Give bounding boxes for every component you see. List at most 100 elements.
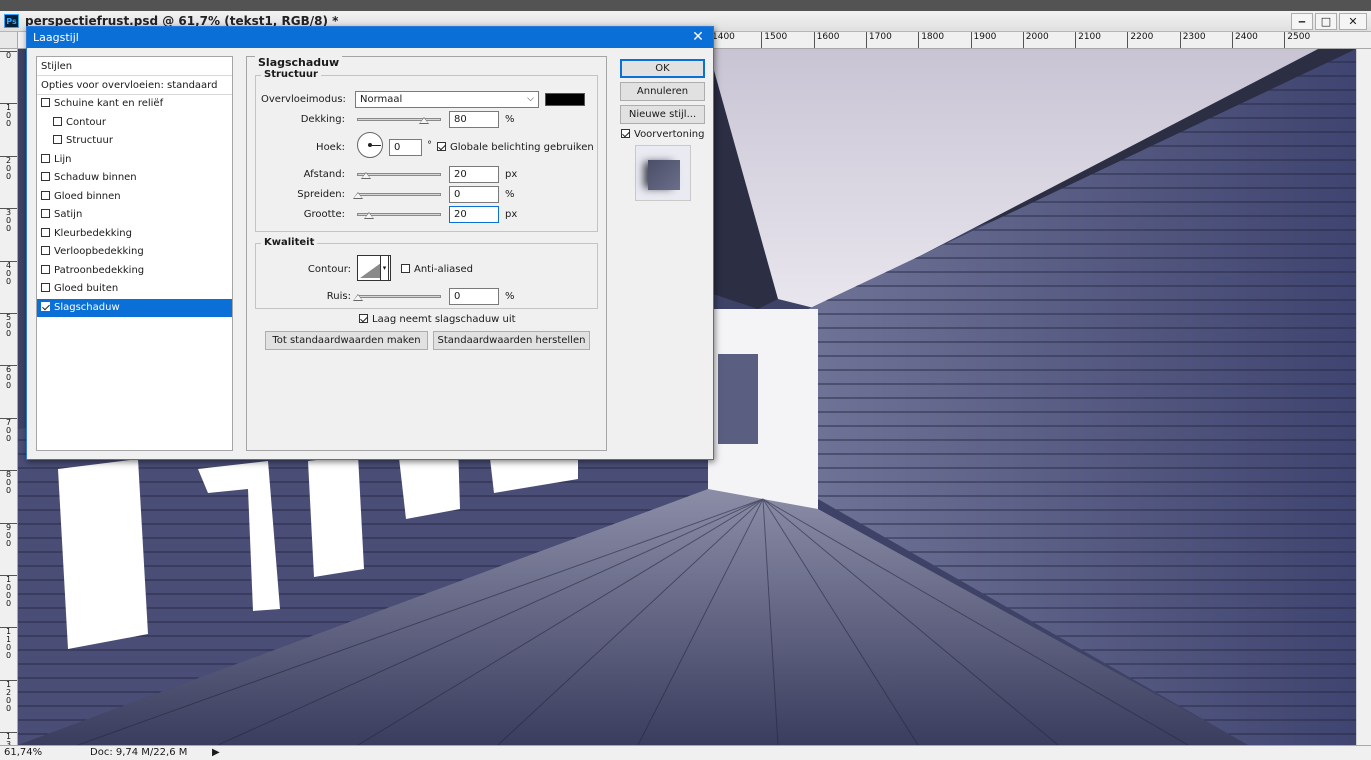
style-item-label: Kleurbedekking	[54, 227, 132, 239]
style-item-verloopbedekking[interactable]: Verloopbedekking	[37, 243, 232, 261]
ruler-tick-label: 1800	[918, 32, 944, 48]
anti-aliased-label: Anti-aliased	[414, 264, 474, 275]
status-bar: 61,74% Doc: 9,74 M/22,6 M ▶	[0, 745, 1371, 760]
style-item-label: Gloed binnen	[54, 190, 121, 202]
ok-button[interactable]: OK	[620, 59, 705, 78]
style-item-opties-voor-overvloeien-standaard[interactable]: Opties voor overvloeien: standaard	[37, 77, 232, 95]
ruler-tick-label: 4 0 0	[0, 260, 17, 286]
blend-mode-value: Normaal	[360, 94, 403, 105]
ruler-tick-label: 8 0 0	[0, 470, 17, 495]
checkbox-icon[interactable]	[41, 98, 50, 107]
dialog-title: Laagstijl	[27, 27, 713, 48]
size-input[interactable]: 20	[449, 206, 499, 223]
photoshop-logo-icon: Ps	[4, 14, 19, 28]
checkbox-icon[interactable]	[41, 190, 50, 200]
contour-label: Contour:	[307, 264, 351, 275]
size-slider-thumb[interactable]	[364, 212, 374, 219]
checkbox-icon[interactable]	[41, 209, 50, 218]
chevron-down-icon: ⌵	[527, 94, 534, 104]
anti-aliased-checkbox[interactable]: Anti-aliased	[401, 264, 473, 275]
size-label: Grootte:	[303, 209, 345, 220]
ruler-tick-label: 2 0 0	[0, 155, 17, 181]
style-item-schaduw-binnen[interactable]: Schaduw binnen	[37, 169, 232, 187]
distance-input[interactable]: 20	[449, 166, 499, 183]
checkbox-icon[interactable]	[53, 135, 62, 144]
noise-label: Ruis:	[326, 291, 351, 302]
checkbox-icon[interactable]	[41, 264, 50, 274]
style-item-label: Stijlen	[41, 61, 73, 72]
status-menu-arrow[interactable]: ▶	[212, 746, 220, 760]
checkbox-icon[interactable]	[41, 283, 50, 292]
checkbox-icon[interactable]	[53, 116, 62, 126]
style-item-structuur[interactable]: Structuur	[37, 132, 232, 150]
spread-input[interactable]: 0	[449, 186, 499, 203]
checkbox-icon[interactable]	[41, 153, 50, 163]
cancel-button[interactable]: Annuleren	[620, 82, 705, 101]
checkbox-icon[interactable]	[41, 301, 50, 311]
noise-slider-thumb[interactable]	[353, 294, 363, 301]
make-default-button[interactable]: Tot standaardwaarden maken	[265, 331, 428, 350]
blend-mode-label: Overvloeimodus:	[261, 94, 346, 105]
anti-aliased-check-icon	[401, 264, 410, 273]
style-item-label: Contour	[66, 116, 106, 128]
global-light-label: Globale belichting gebruiken	[450, 142, 594, 153]
global-light-checkbox[interactable]: Globale belichting gebruiken	[437, 142, 594, 153]
opacity-input[interactable]: 80	[449, 111, 499, 128]
ruler-tick-label: 2100	[1075, 32, 1101, 48]
ruler-tick-label: 9 0 0	[0, 522, 17, 548]
checkbox-icon[interactable]	[41, 227, 50, 237]
close-window-button[interactable]: ✕	[1339, 13, 1367, 30]
style-item-lijn[interactable]: Lijn	[37, 151, 232, 169]
vertical-ruler[interactable]: 0 1 0 0 2 0 0 3 0 0 4 0 0 5 0 0 6 0 0 7 0 0 8 0 …	[0, 49, 18, 745]
contour-dropdown-icon[interactable]: ▾	[380, 255, 389, 281]
new-style-button[interactable]: Nieuwe stijl...	[620, 105, 705, 124]
spread-slider-thumb[interactable]	[353, 192, 363, 199]
maximize-button[interactable]: □	[1315, 13, 1337, 30]
checkbox-icon[interactable]	[41, 246, 50, 255]
style-item-contour[interactable]: Contour	[37, 114, 232, 132]
ruler-tick-label: 1 0 0 0	[0, 575, 17, 608]
reset-default-button[interactable]: Standaardwaarden herstellen	[433, 331, 590, 350]
ruler-tick-label: 1 0 0	[0, 103, 17, 128]
angle-input[interactable]: 0	[389, 139, 422, 156]
style-item-label: Satijn	[54, 209, 83, 220]
style-item-label: Lijn	[54, 153, 72, 165]
style-item-gloed-buiten[interactable]: Gloed buiten	[37, 280, 232, 298]
distance-slider-thumb[interactable]	[361, 172, 371, 179]
spread-slider[interactable]	[357, 193, 441, 196]
document-size: Doc: 9,74 M/22,6 M	[90, 747, 188, 758]
dialog-close-icon[interactable]: ✕	[689, 27, 707, 48]
style-item-gloed-binnen[interactable]: Gloed binnen	[37, 188, 232, 206]
minimize-button[interactable]: ‒	[1291, 13, 1313, 30]
vertical-scrollbar[interactable]	[1356, 49, 1371, 745]
style-preview-thumbnail	[635, 145, 691, 201]
angle-dial[interactable]	[357, 132, 383, 158]
style-item-label: Slagschaduw	[54, 301, 120, 313]
zoom-level[interactable]: 61,74%	[4, 746, 42, 760]
layer-knocks-out-checkbox[interactable]: Laag neemt slagschaduw uit	[359, 314, 516, 325]
checkbox-icon[interactable]	[41, 172, 50, 181]
ruler-corner[interactable]	[0, 32, 18, 49]
blend-mode-select[interactable]: Normaal ⌵	[355, 91, 539, 108]
distance-label: Afstand:	[303, 169, 345, 180]
preview-checkbox[interactable]: Voorvertoning	[621, 129, 704, 140]
noise-input[interactable]: 0	[449, 288, 499, 305]
style-item-stijlen[interactable]: Stijlen	[37, 58, 232, 76]
style-item-slagschaduw[interactable]: Slagschaduw	[37, 298, 232, 317]
structure-header: Structuur	[261, 69, 321, 80]
style-item-satijn[interactable]: Satijn	[37, 206, 232, 224]
ruler-tick-label: 1500	[761, 32, 787, 48]
opacity-slider-thumb[interactable]	[419, 117, 430, 124]
style-item-schuine-kant-en-reli-f[interactable]: Schuine kant en reliëf	[37, 95, 232, 113]
shadow-color-swatch[interactable]	[545, 93, 585, 106]
noise-slider[interactable]	[357, 295, 441, 298]
ruler-tick-label: 2300	[1179, 32, 1206, 48]
style-item-kleurbedekking[interactable]: Kleurbedekking	[37, 225, 232, 243]
spread-unit: %	[505, 189, 515, 200]
style-item-label: Gloed buiten	[54, 283, 119, 294]
angle-unit: °	[427, 140, 432, 151]
ruler-tick-label: 1600	[813, 32, 840, 48]
styles-list: Stijlen Opties voor overvloeien: standaar…	[36, 56, 233, 451]
style-item-label: Opties voor overvloeien: standaard	[41, 79, 218, 91]
style-item-patroonbedekking[interactable]: Patroonbedekking	[37, 262, 232, 280]
